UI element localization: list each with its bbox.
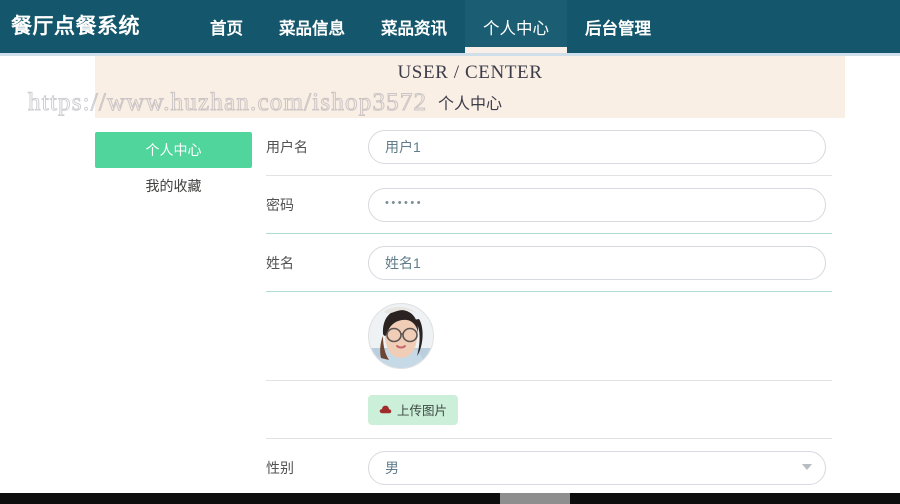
form-row-fullname: 姓名 [266, 234, 832, 292]
gender-selected-value: 男 [385, 459, 399, 476]
field-gender: 男 [368, 450, 832, 485]
field-password: •••••• [368, 187, 832, 222]
password-masked-value: •••••• [385, 197, 424, 209]
form-row-upload: 上传图片 [266, 381, 832, 439]
upload-image-label: 上传图片 [397, 404, 448, 418]
nav-item-home[interactable]: 首页 [192, 0, 261, 53]
profile-form: 用户名 密码 •••••• 姓名 [266, 118, 832, 497]
page-content: 个人中心 我的收藏 用户名 密码 •••••• 姓名 [0, 118, 900, 497]
label-gender: 性别 [266, 459, 294, 476]
sidebar-item-my-favorites[interactable]: 我的收藏 [95, 168, 252, 204]
field-fullname [368, 245, 832, 280]
label-username: 用户名 [266, 138, 308, 155]
field-username [368, 129, 832, 164]
upload-image-button[interactable]: 上传图片 [368, 394, 459, 425]
form-row-password: 密码 •••••• [266, 176, 832, 234]
navbar-bottom-strip [0, 53, 900, 56]
nav-item-dish-info[interactable]: 菜品信息 [261, 0, 363, 53]
password-input[interactable]: •••••• [368, 187, 826, 222]
nav-menu: 首页 菜品信息 菜品资讯 个人中心 后台管理 [192, 0, 669, 53]
page-banner: USER / CENTER 个人中心 [95, 54, 845, 118]
gender-select[interactable]: 男 [368, 450, 826, 485]
horizontal-scrollbar-thumb[interactable] [500, 493, 570, 504]
label-password: 密码 [266, 196, 294, 213]
sidebar-item-user-center[interactable]: 个人中心 [95, 132, 252, 168]
nav-item-dish-news[interactable]: 菜品资讯 [363, 0, 465, 53]
banner-title-en: USER / CENTER [397, 62, 543, 83]
gender-select-wrap: 男 [368, 450, 826, 485]
nav-item-user-center[interactable]: 个人中心 [465, 0, 567, 53]
upload-cloud-icon [379, 404, 392, 415]
avatar-photo-icon [369, 304, 433, 368]
label-fullname: 姓名 [266, 254, 294, 271]
field-avatar [368, 303, 832, 369]
user-sidebar: 个人中心 我的收藏 [95, 132, 252, 204]
avatar[interactable] [368, 303, 434, 369]
top-navbar: 餐厅点餐系统 首页 菜品信息 菜品资讯 个人中心 后台管理 [0, 0, 900, 53]
field-upload: 上传图片 [368, 394, 832, 425]
form-row-gender: 性别 男 [266, 439, 832, 497]
nav-item-admin[interactable]: 后台管理 [567, 0, 669, 53]
horizontal-scrollbar[interactable] [0, 493, 900, 504]
fullname-input[interactable] [368, 245, 826, 280]
site-brand[interactable]: 餐厅点餐系统 [11, 0, 140, 53]
form-row-avatar [266, 292, 832, 381]
banner-title-cn: 个人中心 [437, 96, 502, 113]
form-row-username: 用户名 [266, 118, 832, 176]
username-input[interactable] [368, 129, 826, 164]
